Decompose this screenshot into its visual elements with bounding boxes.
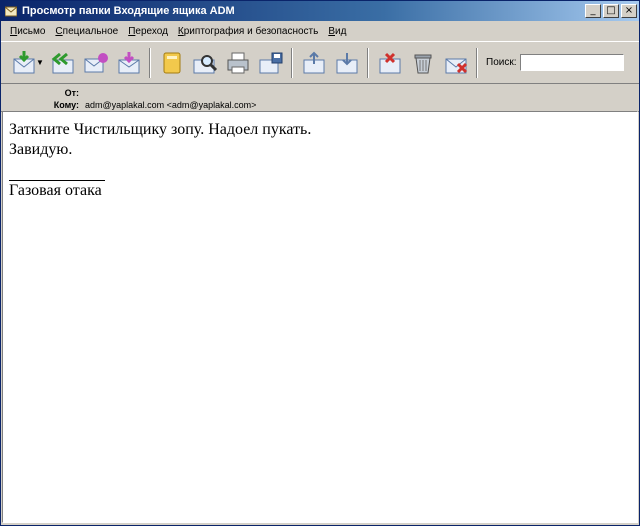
new-message-button[interactable] xyxy=(112,47,145,79)
menu-item-go[interactable]: Переход xyxy=(123,26,173,37)
message-line: Заткните Чистильщику зопу. Надоел пукать… xyxy=(9,121,312,138)
forward-button[interactable] xyxy=(79,47,112,79)
reply-all-button[interactable] xyxy=(46,47,79,79)
forward-icon xyxy=(84,52,108,72)
print-button[interactable] xyxy=(221,47,254,79)
menu-item-special[interactable]: Специальное xyxy=(50,26,123,37)
toolbar-separator xyxy=(291,47,293,78)
close-button[interactable]: × xyxy=(621,4,637,18)
toolbar-separator xyxy=(476,47,478,78)
print-icon xyxy=(227,52,248,73)
toolbar-separator xyxy=(149,47,151,78)
move-button[interactable] xyxy=(297,47,330,79)
save-icon xyxy=(259,52,282,73)
from-label: От: xyxy=(64,88,79,98)
mail-window: Просмотр папки Входящие ящика ADM _ □ × … xyxy=(0,0,640,526)
find-icon xyxy=(193,54,217,73)
move-icon xyxy=(303,51,324,73)
header-to-row: Кому: adm@yaplakal.com <adm@yaplakal.com… xyxy=(1,99,639,111)
menu-bar: Письмо Специальное Переход Криптография … xyxy=(1,21,639,42)
address-book-button[interactable] xyxy=(155,47,188,79)
menu-item-crypto[interactable]: Криптография и безопасность xyxy=(173,26,323,37)
menu-item-view[interactable]: Вид xyxy=(323,26,351,37)
message-line: Завидую. xyxy=(9,141,73,158)
chevron-down-icon[interactable]: ▼ xyxy=(36,58,44,67)
to-value[interactable]: adm@yaplakal.com <adm@yaplakal.com> xyxy=(85,100,256,110)
find-button[interactable] xyxy=(188,47,221,79)
get-mail-icon xyxy=(13,50,34,73)
window-title: Просмотр папки Входящие ящика ADM xyxy=(22,5,235,17)
title-bar[interactable]: Просмотр папки Входящие ящика ADM _ □ × xyxy=(1,1,639,21)
toolbar-separator xyxy=(367,47,369,78)
delete-icon xyxy=(379,52,400,73)
trash-button[interactable] xyxy=(406,47,439,79)
spam-icon xyxy=(445,58,467,73)
minimize-button[interactable]: _ xyxy=(585,4,601,18)
header-from-row: От: xyxy=(1,87,639,99)
maximize-button[interactable]: □ xyxy=(603,4,619,18)
new-message-icon xyxy=(118,51,139,73)
to-label: Кому: xyxy=(53,100,79,110)
copy-button[interactable] xyxy=(330,47,363,79)
trash-icon xyxy=(414,54,431,73)
menu-item-letter[interactable]: Письмо xyxy=(5,26,50,37)
message-body[interactable]: Заткните Чистильщику зопу. Надоел пукать… xyxy=(2,111,638,523)
toolbar: ▼ Поиск: xyxy=(1,42,639,84)
search-label: Поиск: xyxy=(486,57,517,68)
app-icon xyxy=(4,4,18,18)
copy-icon xyxy=(336,52,357,73)
reply-all-icon xyxy=(51,52,73,73)
address-book-icon xyxy=(163,52,180,73)
delete-button[interactable] xyxy=(373,47,406,79)
spam-button[interactable] xyxy=(439,47,472,79)
message-headers: От: Кому: adm@yaplakal.com <adm@yaplakal… xyxy=(1,84,639,112)
signature: Газовая отака xyxy=(9,182,102,199)
search-input[interactable] xyxy=(519,54,624,71)
save-button[interactable] xyxy=(254,47,287,79)
